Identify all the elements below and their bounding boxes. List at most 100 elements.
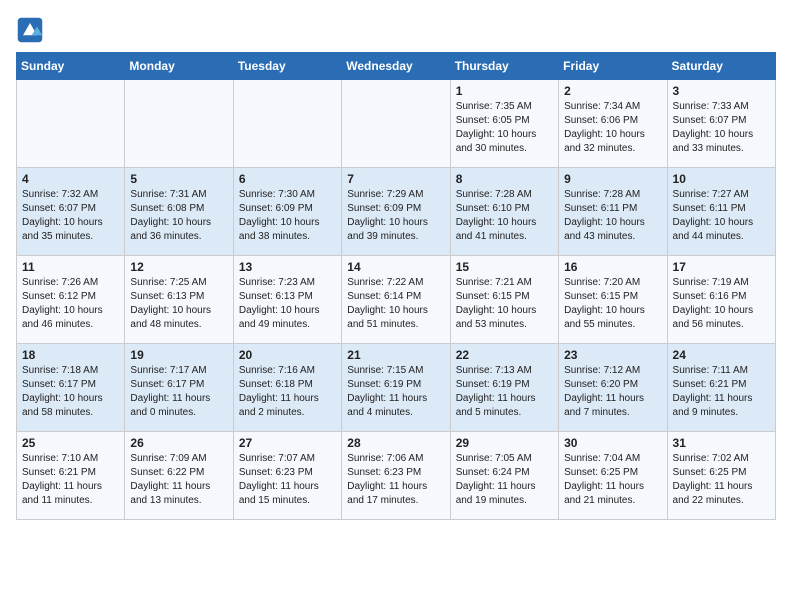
day-number: 19: [130, 348, 227, 362]
calendar-cell: 4 Sunrise: 7:32 AM Sunset: 6:07 PM Daylig…: [17, 168, 125, 256]
day-number: 6: [239, 172, 336, 186]
calendar-cell: 27Sunrise: 7:07 AM Sunset: 6:23 PM Dayli…: [233, 432, 341, 520]
day-info: Sunrise: 7:26 AM Sunset: 6:12 PM Dayligh…: [22, 276, 119, 332]
calendar-cell: 1Sunrise: 7:35 AM Sunset: 6:05 PM Daylig…: [450, 80, 558, 168]
day-number: 10: [673, 172, 770, 186]
day-info: Sunrise: 7:21 AM Sunset: 6:15 PM Dayligh…: [456, 276, 553, 332]
calendar-cell: 8Sunrise: 7:28 AM Sunset: 6:10 PM Daylig…: [450, 168, 558, 256]
day-number: 15: [456, 260, 553, 274]
day-info: Sunrise: 7:04 AM Sunset: 6:25 PM Dayligh…: [564, 452, 661, 508]
day-number: 28: [347, 436, 444, 450]
day-number: 23: [564, 348, 661, 362]
week-row-3: 11 Sunrise: 7:26 AM Sunset: 6:12 PM Dayli…: [17, 256, 776, 344]
day-number: 24: [673, 348, 770, 362]
day-info: Sunrise: 7:17 AM Sunset: 6:17 PM Dayligh…: [130, 364, 227, 420]
calendar-cell: 19 Sunrise: 7:17 AM Sunset: 6:17 PM Dayli…: [125, 344, 233, 432]
day-number: 18: [22, 348, 119, 362]
calendar-cell: 10 Sunrise: 7:27 AM Sunset: 6:11 PM Dayli…: [667, 168, 775, 256]
day-number: 9: [564, 172, 661, 186]
day-number: 29: [456, 436, 553, 450]
day-info: Sunrise: 7:29 AM Sunset: 6:09 PM Dayligh…: [347, 188, 444, 244]
day-info: Sunrise: 7:35 AM Sunset: 6:05 PM Dayligh…: [456, 100, 553, 156]
day-number: 16: [564, 260, 661, 274]
day-number: 4: [22, 172, 119, 186]
calendar-cell: 29 Sunrise: 7:05 AM Sunset: 6:24 PM Dayli…: [450, 432, 558, 520]
day-info: Sunrise: 7:19 AM Sunset: 6:16 PM Dayligh…: [673, 276, 770, 332]
day-number: 21: [347, 348, 444, 362]
day-info: Sunrise: 7:12 AM Sunset: 6:20 PM Dayligh…: [564, 364, 661, 420]
calendar-cell: [233, 80, 341, 168]
calendar-cell: 7 Sunrise: 7:29 AM Sunset: 6:09 PM Daylig…: [342, 168, 450, 256]
calendar-cell: 26 Sunrise: 7:09 AM Sunset: 6:22 PM Dayli…: [125, 432, 233, 520]
calendar-cell: 31Sunrise: 7:02 AM Sunset: 6:25 PM Dayli…: [667, 432, 775, 520]
calendar-cell: 30Sunrise: 7:04 AM Sunset: 6:25 PM Dayli…: [559, 432, 667, 520]
day-info: Sunrise: 7:15 AM Sunset: 6:19 PM Dayligh…: [347, 364, 444, 420]
day-info: Sunrise: 7:28 AM Sunset: 6:10 PM Dayligh…: [456, 188, 553, 244]
day-info: Sunrise: 7:23 AM Sunset: 6:13 PM Dayligh…: [239, 276, 336, 332]
calendar-cell: 2Sunrise: 7:34 AM Sunset: 6:06 PM Daylig…: [559, 80, 667, 168]
day-info: Sunrise: 7:09 AM Sunset: 6:22 PM Dayligh…: [130, 452, 227, 508]
day-info: Sunrise: 7:20 AM Sunset: 6:15 PM Dayligh…: [564, 276, 661, 332]
calendar-cell: 15 Sunrise: 7:21 AM Sunset: 6:15 PM Dayli…: [450, 256, 558, 344]
day-info: Sunrise: 7:10 AM Sunset: 6:21 PM Dayligh…: [22, 452, 119, 508]
day-info: Sunrise: 7:27 AM Sunset: 6:11 PM Dayligh…: [673, 188, 770, 244]
day-info: Sunrise: 7:05 AM Sunset: 6:24 PM Dayligh…: [456, 452, 553, 508]
calendar-table: SundayMondayTuesdayWednesdayThursdayFrid…: [16, 52, 776, 520]
calendar-cell: 9 Sunrise: 7:28 AM Sunset: 6:11 PM Daylig…: [559, 168, 667, 256]
calendar-cell: 17 Sunrise: 7:19 AM Sunset: 6:16 PM Dayli…: [667, 256, 775, 344]
day-number: 17: [673, 260, 770, 274]
day-info: Sunrise: 7:16 AM Sunset: 6:18 PM Dayligh…: [239, 364, 336, 420]
calendar-cell: 18 Sunrise: 7:18 AM Sunset: 6:17 PM Dayli…: [17, 344, 125, 432]
calendar-cell: 28 Sunrise: 7:06 AM Sunset: 6:23 PM Dayli…: [342, 432, 450, 520]
week-row-5: 25Sunrise: 7:10 AM Sunset: 6:21 PM Dayli…: [17, 432, 776, 520]
logo: [16, 16, 48, 44]
calendar-cell: 6 Sunrise: 7:30 AM Sunset: 6:09 PM Daylig…: [233, 168, 341, 256]
day-info: Sunrise: 7:11 AM Sunset: 6:21 PM Dayligh…: [673, 364, 770, 420]
col-header-saturday: Saturday: [667, 53, 775, 80]
calendar-cell: 23 Sunrise: 7:12 AM Sunset: 6:20 PM Dayli…: [559, 344, 667, 432]
day-number: 22: [456, 348, 553, 362]
calendar-cell: 16 Sunrise: 7:20 AM Sunset: 6:15 PM Dayli…: [559, 256, 667, 344]
col-header-wednesday: Wednesday: [342, 53, 450, 80]
week-row-1: 1Sunrise: 7:35 AM Sunset: 6:05 PM Daylig…: [17, 80, 776, 168]
page-header: [16, 16, 776, 44]
day-info: Sunrise: 7:06 AM Sunset: 6:23 PM Dayligh…: [347, 452, 444, 508]
day-number: 7: [347, 172, 444, 186]
day-number: 20: [239, 348, 336, 362]
calendar-cell: 14Sunrise: 7:22 AM Sunset: 6:14 PM Dayli…: [342, 256, 450, 344]
day-info: Sunrise: 7:25 AM Sunset: 6:13 PM Dayligh…: [130, 276, 227, 332]
day-info: Sunrise: 7:32 AM Sunset: 6:07 PM Dayligh…: [22, 188, 119, 244]
calendar-cell: 24 Sunrise: 7:11 AM Sunset: 6:21 PM Dayli…: [667, 344, 775, 432]
day-number: 27: [239, 436, 336, 450]
calendar-cell: 12 Sunrise: 7:25 AM Sunset: 6:13 PM Dayli…: [125, 256, 233, 344]
week-row-4: 18 Sunrise: 7:18 AM Sunset: 6:17 PM Dayli…: [17, 344, 776, 432]
logo-icon: [16, 16, 44, 44]
calendar-cell: 5 Sunrise: 7:31 AM Sunset: 6:08 PM Daylig…: [125, 168, 233, 256]
day-info: Sunrise: 7:33 AM Sunset: 6:07 PM Dayligh…: [673, 100, 770, 156]
day-number: 5: [130, 172, 227, 186]
header-row: SundayMondayTuesdayWednesdayThursdayFrid…: [17, 53, 776, 80]
day-info: Sunrise: 7:31 AM Sunset: 6:08 PM Dayligh…: [130, 188, 227, 244]
col-header-monday: Monday: [125, 53, 233, 80]
day-info: Sunrise: 7:28 AM Sunset: 6:11 PM Dayligh…: [564, 188, 661, 244]
day-info: Sunrise: 7:30 AM Sunset: 6:09 PM Dayligh…: [239, 188, 336, 244]
col-header-thursday: Thursday: [450, 53, 558, 80]
day-info: Sunrise: 7:34 AM Sunset: 6:06 PM Dayligh…: [564, 100, 661, 156]
day-info: Sunrise: 7:18 AM Sunset: 6:17 PM Dayligh…: [22, 364, 119, 420]
day-number: 12: [130, 260, 227, 274]
week-row-2: 4 Sunrise: 7:32 AM Sunset: 6:07 PM Daylig…: [17, 168, 776, 256]
calendar-cell: [17, 80, 125, 168]
calendar-cell: 22Sunrise: 7:13 AM Sunset: 6:19 PM Dayli…: [450, 344, 558, 432]
calendar-cell: 21 Sunrise: 7:15 AM Sunset: 6:19 PM Dayli…: [342, 344, 450, 432]
calendar-cell: 25Sunrise: 7:10 AM Sunset: 6:21 PM Dayli…: [17, 432, 125, 520]
calendar-cell: [125, 80, 233, 168]
day-number: 11: [22, 260, 119, 274]
calendar-cell: 11 Sunrise: 7:26 AM Sunset: 6:12 PM Dayli…: [17, 256, 125, 344]
day-info: Sunrise: 7:02 AM Sunset: 6:25 PM Dayligh…: [673, 452, 770, 508]
calendar-cell: [342, 80, 450, 168]
col-header-friday: Friday: [559, 53, 667, 80]
day-number: 26: [130, 436, 227, 450]
day-number: 3: [673, 84, 770, 98]
calendar-cell: 3 Sunrise: 7:33 AM Sunset: 6:07 PM Daylig…: [667, 80, 775, 168]
day-number: 13: [239, 260, 336, 274]
